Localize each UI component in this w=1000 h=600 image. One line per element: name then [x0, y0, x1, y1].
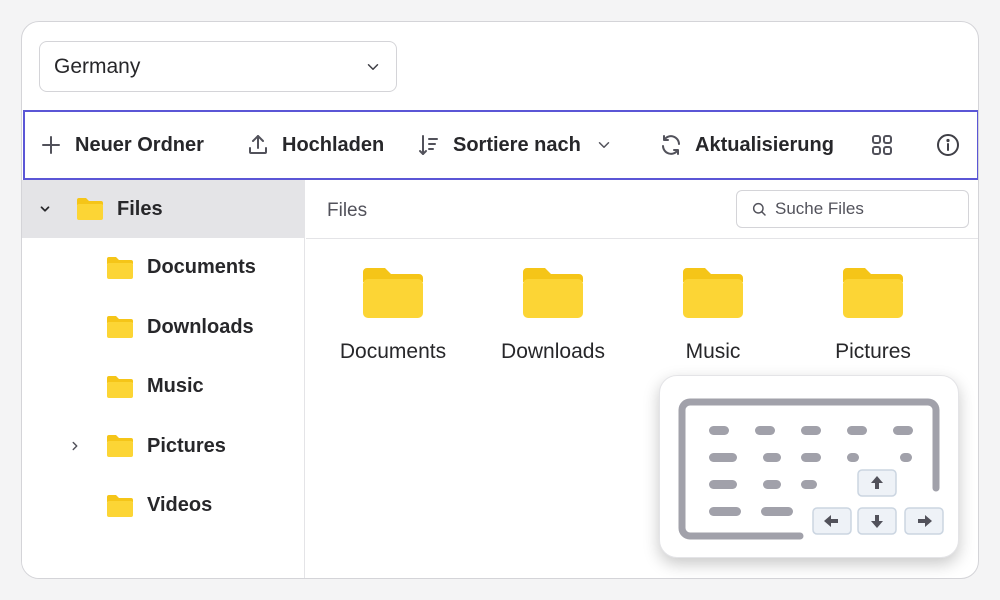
grid-folder-music[interactable]: Music [643, 266, 783, 364]
folder-icon [107, 435, 133, 458]
search-box[interactable] [736, 190, 969, 228]
grid-folder-label: Music [685, 340, 741, 363]
refresh-button[interactable]: Aktualisierung [659, 112, 834, 178]
new-folder-button[interactable]: Neuer Ordner [39, 112, 204, 178]
grid-folder-pictures[interactable]: Pictures [803, 266, 943, 364]
tree-node-pictures[interactable]: Pictures [22, 417, 304, 477]
grid-folder-label: Downloads [501, 340, 605, 363]
tree-label: Downloads [147, 315, 254, 338]
search-icon [752, 202, 766, 216]
folder-icon [107, 256, 133, 279]
tree-label: Files [117, 197, 163, 220]
folder-tree: Files Documents Downloads Music Pictures… [22, 180, 305, 578]
folder-icon [523, 268, 583, 318]
folder-icon [363, 268, 423, 318]
country-dropdown-value: Germany [54, 54, 141, 78]
sort-by-button[interactable]: Sortiere nach [417, 112, 613, 178]
chevron-down-icon [598, 142, 610, 148]
keyboard-icon [678, 398, 944, 540]
refresh-icon [662, 135, 680, 155]
tree-node-files[interactable]: Files [22, 180, 304, 238]
tree-node-documents[interactable]: Documents [22, 238, 304, 298]
keyboard-navigation-popup [659, 375, 959, 558]
folder-icon [107, 375, 133, 398]
upload-icon [249, 135, 267, 154]
tree-label: Pictures [147, 434, 226, 457]
plus-icon [42, 136, 60, 154]
grid-folder-downloads[interactable]: Downloads [483, 266, 623, 364]
grid-folder-documents[interactable]: Documents [323, 266, 463, 364]
chevron-down-icon[interactable] [38, 202, 52, 216]
folder-icon [107, 494, 133, 517]
sort-icon [419, 135, 438, 155]
breadcrumb: Files [327, 200, 368, 221]
chevron-down-icon [367, 63, 379, 70]
folder-icon [683, 268, 743, 318]
upload-label: Hochladen [282, 133, 385, 156]
toolbar: Neuer Ordner Hochladen Sortiere nach Akt… [23, 110, 978, 180]
folder-icon [107, 316, 133, 339]
new-folder-label: Neuer Ordner [75, 133, 204, 156]
folder-icon [77, 198, 103, 220]
tree-label: Documents [147, 256, 256, 279]
grid-view-icon [872, 135, 892, 155]
arrow-keys [812, 469, 944, 535]
country-dropdown[interactable]: Germany [39, 41, 397, 92]
search-input[interactable] [775, 199, 955, 219]
tree-node-downloads[interactable]: Downloads [22, 298, 304, 358]
grid-folder-label: Documents [339, 340, 447, 363]
upload-button[interactable]: Hochladen [246, 112, 384, 178]
refresh-label: Aktualisierung [695, 133, 834, 156]
chevron-right-icon[interactable] [68, 439, 82, 453]
info-button[interactable] [936, 112, 972, 178]
grid-folder-label: Pictures [835, 340, 911, 363]
tree-label: Music [147, 375, 204, 398]
tree-node-videos[interactable]: Videos [22, 476, 304, 536]
sort-by-label: Sortiere nach [453, 133, 581, 156]
path-bar: Files [306, 180, 978, 239]
tree-label: Videos [147, 494, 213, 517]
grid-view-button[interactable] [870, 112, 906, 178]
tree-node-music[interactable]: Music [22, 357, 304, 417]
folder-icon [843, 268, 903, 318]
info-icon [937, 134, 959, 156]
